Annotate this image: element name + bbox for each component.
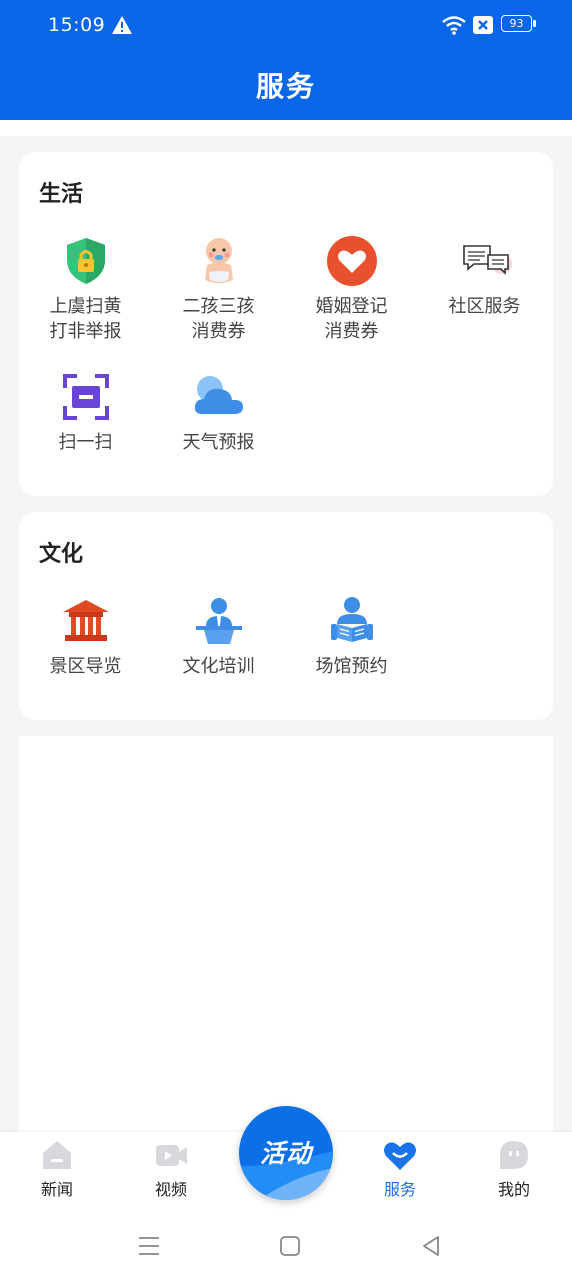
section-title: 生活 <box>39 182 84 207</box>
tab-news[interactable]: 新闻 <box>12 1138 102 1200</box>
section-life: 生活 上虞扫黄 打非举报 二孩三孩 消费券 婚姻登记 消费券 社区服务 扫一扫 … <box>19 152 553 496</box>
activity-button[interactable]: 活动 <box>239 1106 333 1200</box>
status-bar: 15:09 93 <box>0 0 572 52</box>
menu-icon[interactable] <box>135 1232 163 1260</box>
service-item-weather[interactable]: 天气预报 <box>152 370 285 455</box>
content-placeholder <box>19 736 553 1156</box>
wifi-icon <box>442 16 466 35</box>
cloud-icon <box>194 376 243 414</box>
tab-label: 我的 <box>497 1180 530 1199</box>
service-label: 上虞扫黄 打非举报 <box>49 296 122 342</box>
activity-button-label: 活动 <box>259 1139 312 1168</box>
back-icon[interactable] <box>417 1232 445 1260</box>
header-divider <box>0 120 572 136</box>
page-title: 服务 <box>255 70 316 103</box>
home-icon <box>43 1141 71 1169</box>
service-label: 场馆预约 <box>315 656 388 677</box>
battery-level: 93 <box>509 17 524 30</box>
service-label: 天气预报 <box>182 432 255 453</box>
section-culture: 文化 景区导览 文化培训 场馆预约 <box>19 512 553 720</box>
pavilion-icon <box>62 600 109 641</box>
service-label: 景区导览 <box>49 656 122 677</box>
heart-service-icon <box>384 1142 416 1170</box>
tab-video[interactable]: 视频 <box>126 1138 216 1200</box>
service-label: 社区服务 <box>448 296 521 317</box>
no-sim-icon <box>473 16 493 34</box>
heart-icon <box>326 236 377 286</box>
service-label: 婚姻登记 消费券 <box>315 296 388 342</box>
shield-lock-icon <box>66 238 105 284</box>
tab-label: 服务 <box>383 1180 416 1199</box>
service-item-community[interactable]: 社区服务 <box>418 234 551 319</box>
tab-services[interactable]: 服务 <box>355 1138 445 1200</box>
service-item-venue-booking[interactable]: 场馆预约 <box>285 594 418 679</box>
service-label: 二孩三孩 消费券 <box>182 296 255 342</box>
battery-indicator: 93 <box>501 15 537 34</box>
service-item-report[interactable]: 上虞扫黄 打非举报 <box>19 234 152 344</box>
service-label: 文化培训 <box>182 656 255 677</box>
home-nav-icon[interactable] <box>276 1232 304 1260</box>
video-icon <box>156 1145 187 1166</box>
system-nav-bar <box>0 1212 572 1280</box>
section-title: 文化 <box>39 542 84 567</box>
lecturer-icon <box>195 598 242 644</box>
scan-icon <box>62 374 109 420</box>
reader-icon <box>330 597 373 642</box>
tab-label: 视频 <box>154 1180 187 1199</box>
warning-icon <box>112 16 132 34</box>
baby-icon <box>204 238 233 283</box>
title-bar: 服务 <box>0 52 572 120</box>
service-item-marriage-voucher[interactable]: 婚姻登记 消费券 <box>285 234 418 344</box>
tab-mine[interactable]: 我的 <box>469 1138 559 1200</box>
service-item-scenic-guide[interactable]: 景区导览 <box>19 594 152 679</box>
service-item-child-voucher[interactable]: 二孩三孩 消费券 <box>152 234 285 344</box>
service-item-culture-training[interactable]: 文化培训 <box>152 594 285 679</box>
service-item-scan[interactable]: 扫一扫 <box>19 370 152 455</box>
chat-bubbles-icon <box>462 245 512 275</box>
tab-label: 新闻 <box>40 1180 73 1199</box>
service-label: 扫一扫 <box>58 432 113 453</box>
status-time: 15:09 <box>48 14 106 36</box>
profile-icon <box>500 1141 528 1169</box>
